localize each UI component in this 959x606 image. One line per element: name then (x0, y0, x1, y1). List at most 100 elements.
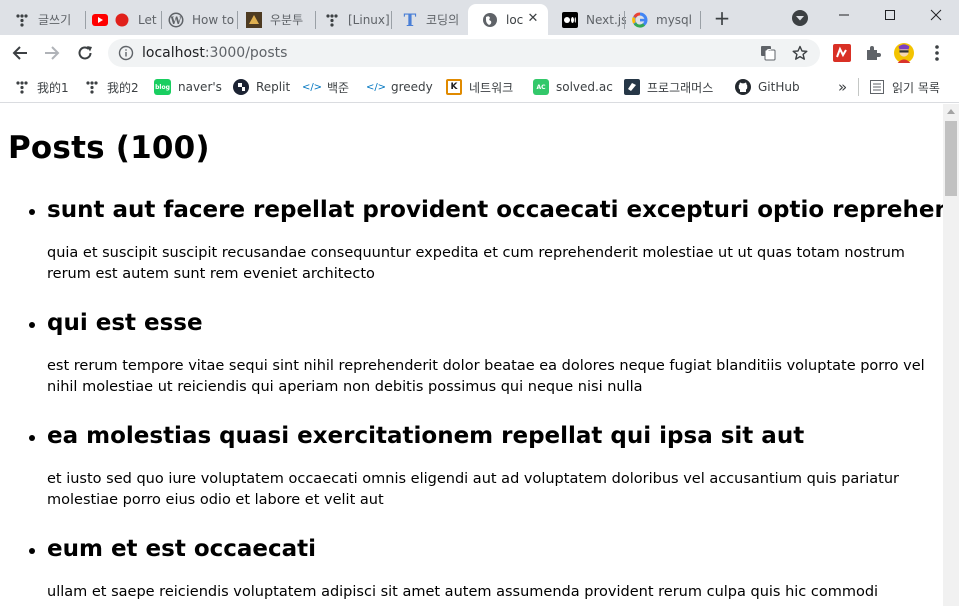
tab-mysql[interactable]: mysql (618, 4, 698, 35)
tab-label: [Linux] (348, 12, 390, 27)
back-button[interactable] (8, 41, 32, 65)
tab-ubuntu[interactable]: 우분투 (232, 4, 318, 35)
k-icon: K (446, 79, 462, 95)
post-title: qui est esse (47, 310, 203, 336)
solved-ac-icon: AC (533, 79, 549, 95)
browser-toolbar: localhost:3000/posts G (0, 35, 959, 71)
tab-nextjs[interactable]: Next.js (548, 4, 626, 35)
bookmark-label: 我的2 (107, 80, 139, 95)
bookmark-label: greedy (391, 80, 433, 94)
post-body: est rerum tempore vitae sequi sint nihil… (47, 358, 925, 395)
youtube-icon (92, 12, 108, 28)
translate-icon[interactable]: G (760, 45, 776, 61)
address-bar[interactable]: localhost:3000/posts G (108, 39, 820, 67)
tab-youtube[interactable]: Let (78, 4, 164, 35)
close-window-button[interactable] (913, 0, 959, 30)
globe-icon (482, 12, 498, 28)
more-vert-icon (935, 45, 939, 61)
reload-button[interactable] (73, 41, 97, 65)
tab-localhost[interactable]: loc ✕ (468, 4, 548, 35)
svg-text:T: T (404, 12, 417, 28)
reload-icon (78, 46, 92, 60)
profile-avatar[interactable] (894, 43, 914, 63)
minimize-icon (839, 14, 849, 16)
page-viewport: Posts (100) sunt aut facere repellat pro… (0, 104, 943, 606)
extension-red-icon (833, 44, 851, 62)
menu-button[interactable] (927, 43, 947, 63)
tab-divider (700, 11, 701, 29)
code-brackets-icon: </> (301, 81, 323, 93)
minimize-button[interactable] (821, 0, 867, 30)
tistory-icon (14, 79, 30, 95)
replit-icon (233, 79, 249, 95)
bookmark-my2[interactable]: 我的2 (84, 77, 139, 97)
url-path: :3000/posts (204, 45, 288, 61)
bookmark-label: Replit (256, 80, 291, 94)
tab-label: mysql (656, 12, 692, 27)
arrow-right-icon (45, 46, 60, 60)
bookmark-label: solved.ac (556, 80, 613, 94)
github-icon (735, 79, 751, 95)
extension-red-button[interactable] (832, 43, 852, 63)
tab-label: 우분투 (270, 13, 304, 27)
bookmark-solved-ac[interactable]: AC solved.ac (533, 77, 613, 97)
url-host: localhost (142, 45, 205, 61)
tab-how-to[interactable]: W How to (154, 4, 240, 35)
avatar-icon (894, 43, 914, 63)
url-text: localhost:3000/posts (142, 45, 287, 61)
close-tab-icon[interactable]: ✕ (526, 12, 540, 26)
extensions-button[interactable] (863, 43, 883, 63)
bookmark-greedy[interactable]: </> greedy (365, 77, 433, 97)
bookmarks-bar: 我的1 我的2 blog naver's Replit </> 백준 </> g… (0, 71, 959, 103)
post-body: quia et suscipit suscipit recusandae con… (47, 245, 905, 282)
bookmark-naver[interactable]: blog naver's (154, 77, 222, 97)
chevron-down-icon (792, 10, 808, 26)
vertical-scrollbar[interactable] (943, 104, 959, 606)
scrollbar-thumb[interactable] (945, 121, 957, 196)
bookmark-label: 백준 (327, 80, 350, 95)
post-title: sunt aut facere repellat provident occae… (47, 197, 943, 223)
record-icon (114, 12, 130, 28)
programmers-icon (624, 79, 640, 95)
bookmark-replit[interactable]: Replit (233, 77, 290, 97)
svg-text:G: G (766, 48, 772, 56)
page-content: Posts (100) sunt aut facere repellat pro… (8, 129, 943, 606)
post-body: ullam et saepe reiciendis voluptatem adi… (47, 584, 879, 600)
wordpress-icon: W (168, 12, 184, 28)
bookmark-star-icon[interactable] (792, 45, 808, 61)
post-item: eum et est occaecati ullam et saepe reic… (29, 534, 938, 603)
code-brackets-icon: </> (365, 81, 387, 93)
bookmarks-overflow-button[interactable]: » (838, 77, 847, 97)
page-title: Posts (100) (8, 130, 210, 166)
tab-search-button[interactable] (790, 8, 810, 28)
tistory-icon (84, 79, 100, 95)
scroll-up-arrow-icon[interactable] (947, 109, 955, 114)
bookmark-github[interactable]: GitHub (735, 77, 800, 97)
tab-linux[interactable]: [Linux] (310, 4, 394, 35)
bookmark-label: 프로그래머스 (647, 80, 714, 95)
maximize-button[interactable] (867, 0, 913, 30)
reading-list-button[interactable]: 읽기 목록 (869, 77, 940, 97)
tab-label: loc (506, 12, 524, 27)
info-icon[interactable] (118, 45, 134, 61)
forward-button[interactable] (40, 41, 64, 65)
bookmark-baekjoon[interactable]: </> 백준 (301, 77, 350, 97)
tab-tistory-write[interactable]: 글쓰기 (0, 4, 86, 35)
post-item: sunt aut facere repellat provident occae… (29, 195, 943, 285)
tab-coding[interactable]: T 코딩의 (388, 4, 468, 35)
tab-label: How to (192, 12, 235, 27)
new-tab-button[interactable]: + (710, 6, 734, 30)
post-title: eum et est occaecati (47, 536, 317, 562)
bookmark-label: GitHub (758, 80, 800, 94)
tistory-icon (324, 12, 340, 28)
bookmark-label: 我的1 (37, 80, 69, 95)
google-icon (632, 12, 648, 28)
tab-label: 코딩의 (426, 13, 460, 27)
bookmark-my1[interactable]: 我的1 (14, 77, 69, 97)
bookmark-programmers[interactable]: 프로그래머스 (624, 77, 713, 97)
bookmarks-divider (858, 78, 859, 96)
bookmark-label: 네트워크 (469, 80, 514, 95)
arrow-left-icon (12, 46, 27, 60)
bookmark-network[interactable]: K 네트워크 (446, 77, 513, 97)
post-title: ea molestias quasi exercitationem repell… (47, 423, 805, 449)
